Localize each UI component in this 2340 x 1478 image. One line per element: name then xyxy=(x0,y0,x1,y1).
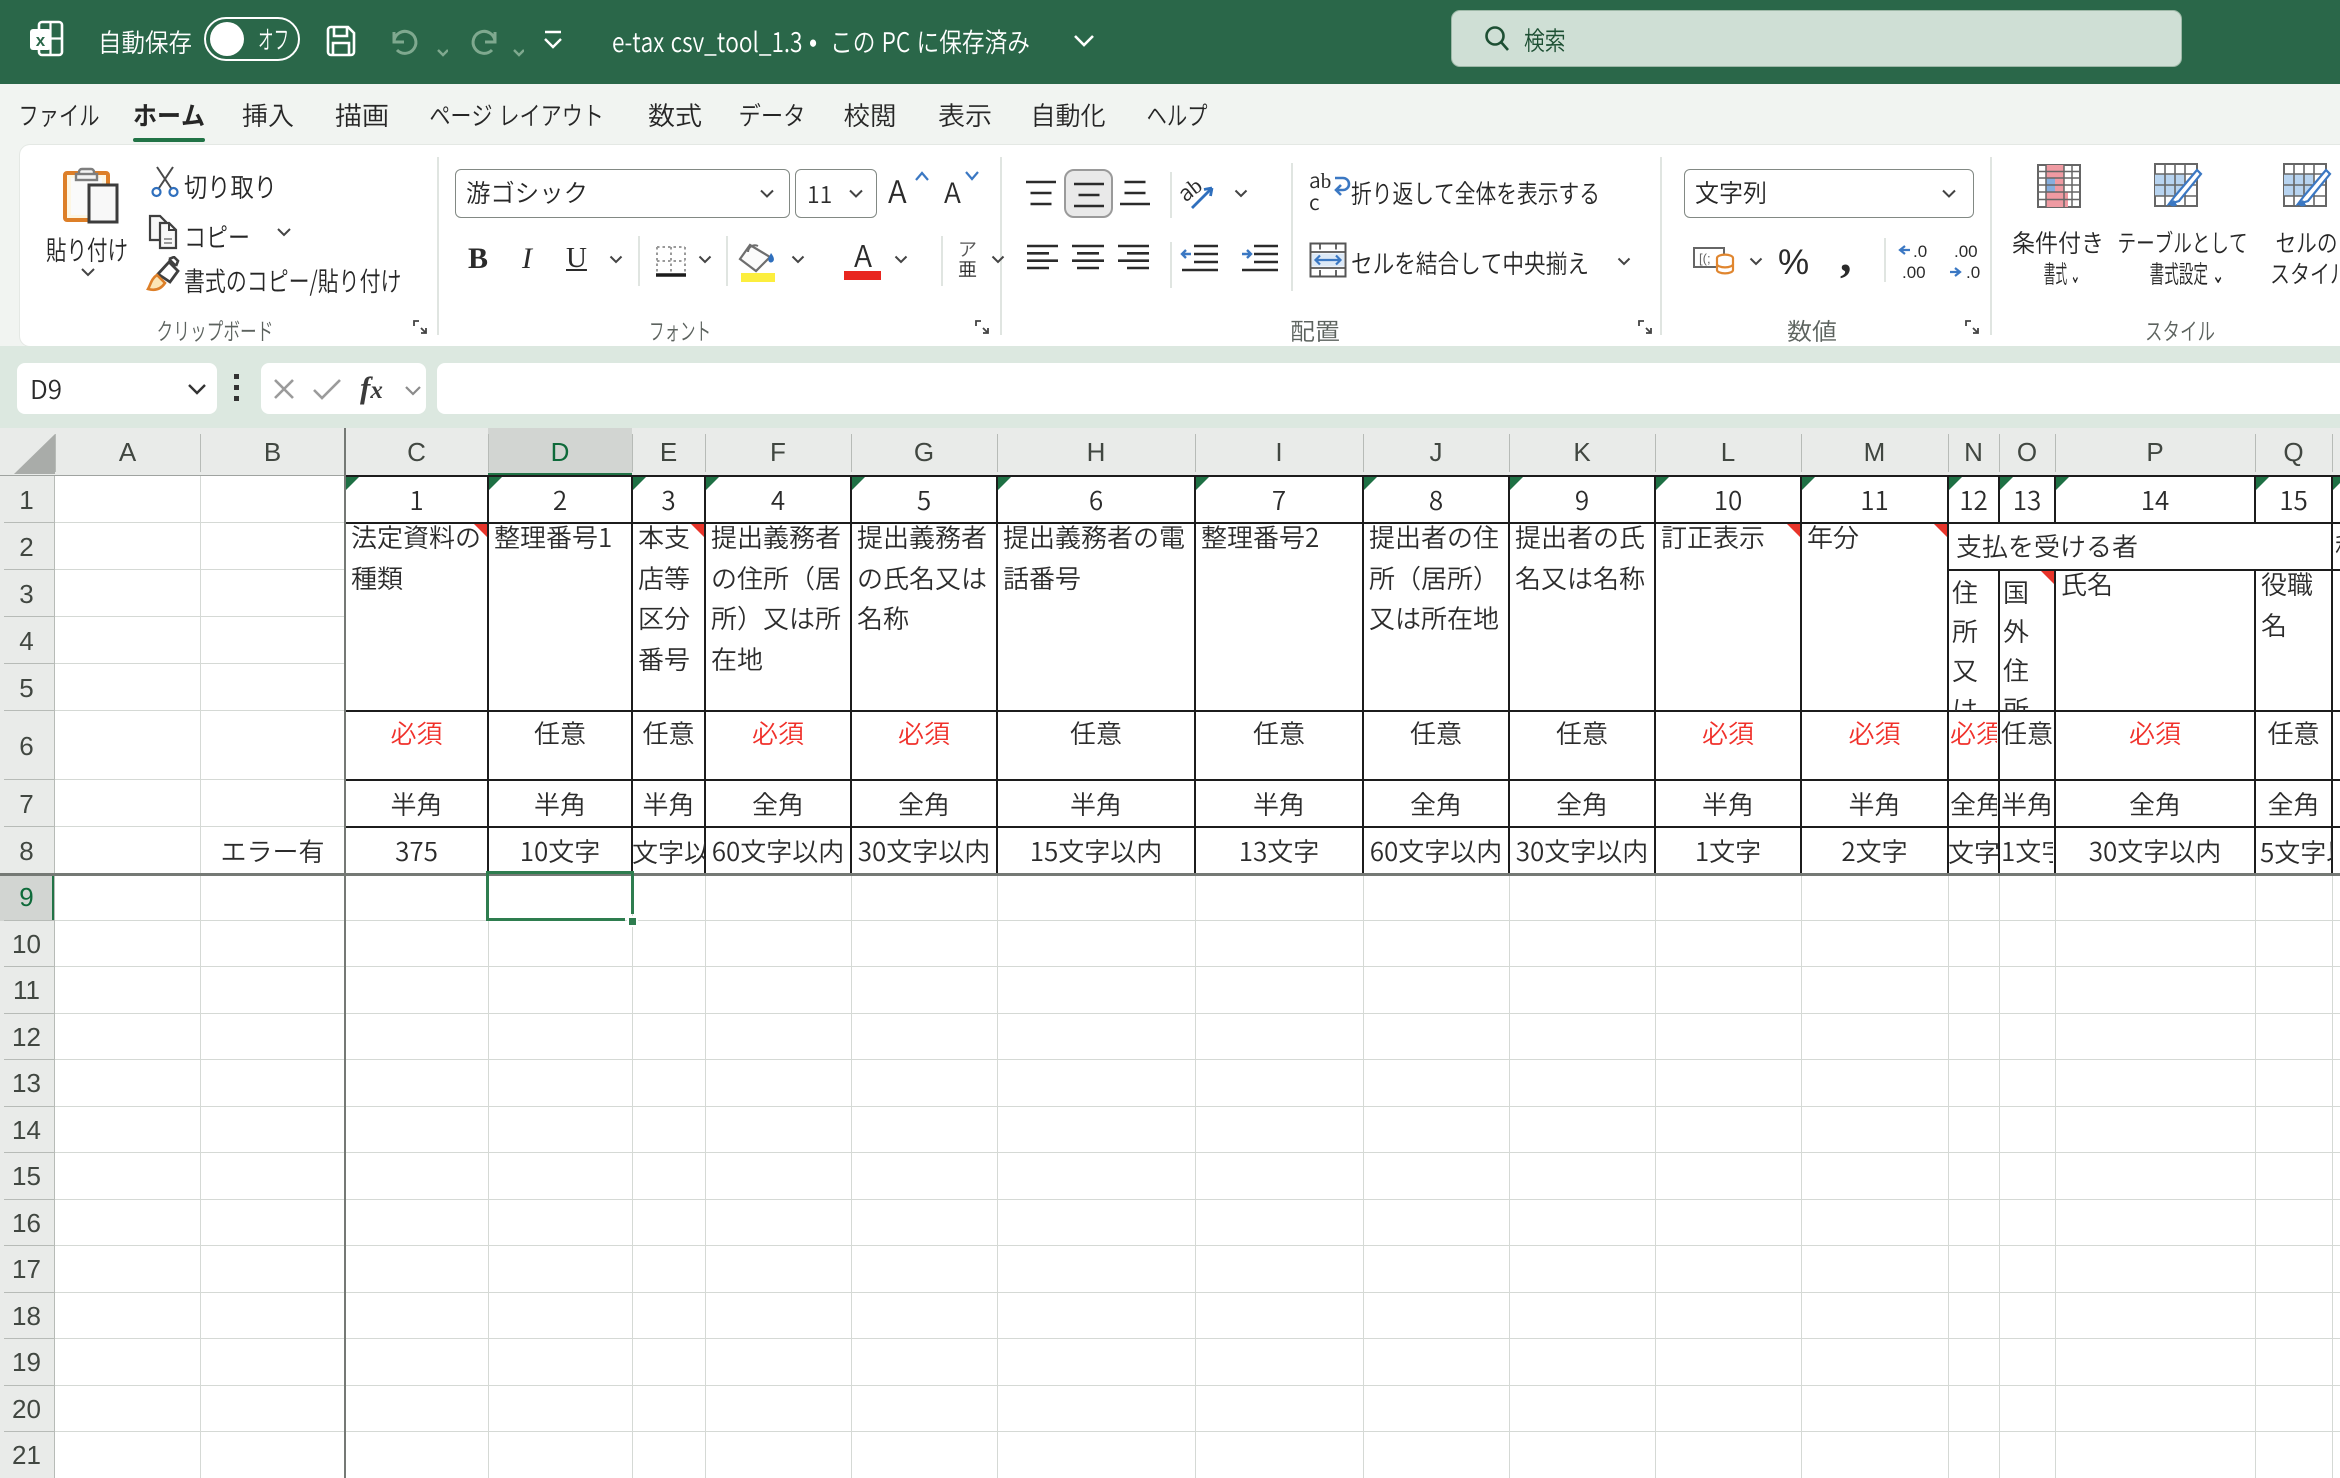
svg-text:c: c xyxy=(1309,187,1320,214)
svg-text:ab: ab xyxy=(1180,172,1208,208)
svg-text:x: x xyxy=(36,31,46,50)
